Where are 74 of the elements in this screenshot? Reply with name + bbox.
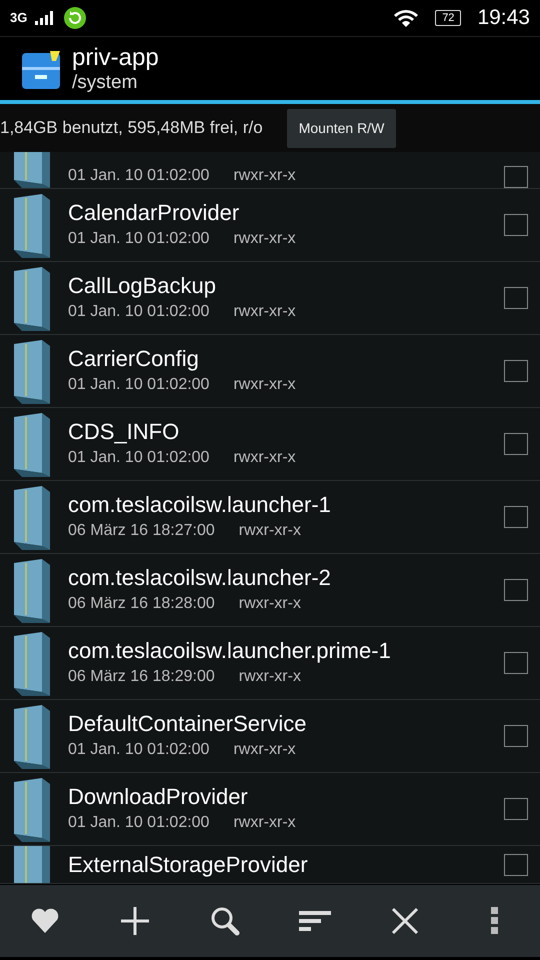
checkbox[interactable]: [504, 652, 528, 674]
checkbox[interactable]: [504, 287, 528, 309]
file-row[interactable]: CDS_INFO 01 Jan. 10 01:02:00 rwxr-xr-x: [0, 408, 540, 481]
file-date: 01 Jan. 10 01:02:00: [68, 813, 210, 833]
file-date: 01 Jan. 10 01:02:00: [68, 448, 210, 468]
checkbox[interactable]: [504, 506, 528, 528]
file-name: com.teslacoilsw.launcher-2: [68, 564, 332, 592]
file-permissions: rwxr-xr-x: [233, 448, 296, 468]
folder-title: priv-app: [72, 44, 159, 72]
file-date: 01 Jan. 10 01:02:00: [68, 229, 210, 249]
close-icon[interactable]: [389, 905, 421, 937]
file-row[interactable]: CarrierConfig 01 Jan. 10 01:02:00 rwxr-xr-x: [0, 335, 540, 408]
folder-icon: [12, 630, 52, 696]
file-date: 06 März 16 18:28:00: [68, 594, 215, 614]
checkbox[interactable]: [504, 725, 528, 747]
checkbox[interactable]: [504, 798, 528, 820]
file-row[interactable]: CalendarProvider 01 Jan. 10 01:02:00 rwxr-xr-x: [0, 189, 540, 262]
checkbox[interactable]: [504, 579, 528, 601]
folder-path: /system: [72, 72, 138, 94]
folder-icon: [12, 557, 52, 623]
clock: 19:43: [477, 5, 530, 32]
file-row[interactable]: DownloadProvider 01 Jan. 10 01:02:00 rwxr-xr-x: [0, 773, 540, 846]
file-date: 01 Jan. 10 01:02:00: [68, 302, 210, 322]
network-type: 3G: [10, 9, 28, 28]
battery-indicator: 72: [435, 10, 462, 26]
file-name: CalendarProvider: [68, 199, 240, 227]
file-permissions: rwxr-xr-x: [233, 740, 296, 760]
file-row[interactable]: 01 Jan. 10 01:02:00 rwxr-xr-x: [0, 152, 540, 189]
file-row[interactable]: CallLogBackup 01 Jan. 10 01:02:00 rwxr-xr-x: [0, 262, 540, 335]
folder-icon: [12, 338, 52, 404]
folder-icon: [12, 265, 52, 331]
folder-icon: [12, 703, 52, 769]
file-permissions: rwxr-xr-x: [233, 166, 296, 186]
file-name: CallLogBackup: [68, 272, 217, 300]
file-date: 01 Jan. 10 01:02:00: [68, 740, 210, 760]
file-date: 01 Jan. 10 01:02:00: [68, 375, 210, 395]
mount-button[interactable]: Mounten R/W: [286, 108, 396, 148]
sync-icon: [63, 6, 88, 30]
wifi-icon: [393, 8, 420, 28]
file-row[interactable]: com.teslacoilsw.launcher-1 06 März 16 18:27:00 rwxr-xr-x: [0, 481, 540, 554]
file-permissions: rwxr-xr-x: [233, 375, 296, 395]
folder-icon: [12, 484, 52, 550]
file-name: DefaultContainerService: [68, 710, 308, 738]
file-date: 06 März 16 18:29:00: [68, 667, 215, 687]
folder-icon: [12, 411, 52, 477]
add-icon[interactable]: [119, 905, 151, 937]
checkbox[interactable]: [504, 360, 528, 382]
file-permissions: rwxr-xr-x: [238, 594, 301, 614]
file-name: DownloadProvider: [68, 783, 249, 811]
file-row[interactable]: com.teslacoilsw.launcher.prime-1 06 März 16 18:29:00 rwxr-xr-x: [0, 627, 540, 700]
file-row[interactable]: DefaultContainerService 01 Jan. 10 01:02:00 rwxr-xr-x: [0, 700, 540, 773]
folder-icon: [12, 776, 52, 842]
search-icon[interactable]: [209, 905, 241, 937]
file-date: 06 März 16 18:27:00: [68, 521, 215, 541]
file-permissions: rwxr-xr-x: [233, 302, 296, 322]
folder-icon: [12, 192, 52, 258]
checkbox[interactable]: [504, 854, 528, 876]
file-permissions: rwxr-xr-x: [238, 667, 301, 687]
file-name: CarrierConfig: [68, 345, 200, 373]
checkbox[interactable]: [504, 433, 528, 455]
file-row[interactable]: com.teslacoilsw.launcher-2 06 März 16 18:28:00 rwxr-xr-x: [0, 554, 540, 627]
file-permissions: rwxr-xr-x: [233, 813, 296, 833]
file-permissions: rwxr-xr-x: [238, 521, 301, 541]
file-name: CDS_INFO: [68, 418, 180, 446]
file-name: com.teslacoilsw.launcher-1: [68, 491, 332, 519]
file-date: 01 Jan. 10 01:02:00: [68, 166, 210, 186]
file-name: com.teslacoilsw.launcher.prime-1: [68, 637, 392, 665]
file-row[interactable]: ExternalStorageProvider: [0, 846, 540, 884]
checkbox[interactable]: [504, 166, 528, 188]
file-permissions: rwxr-xr-x: [233, 229, 296, 249]
signal-icon: [35, 11, 56, 25]
checkbox[interactable]: [504, 214, 528, 236]
file-name: ExternalStorageProvider: [68, 850, 309, 878]
storage-info: 1,84GB benutzt, 595,48MB frei, r/o: [0, 117, 263, 140]
